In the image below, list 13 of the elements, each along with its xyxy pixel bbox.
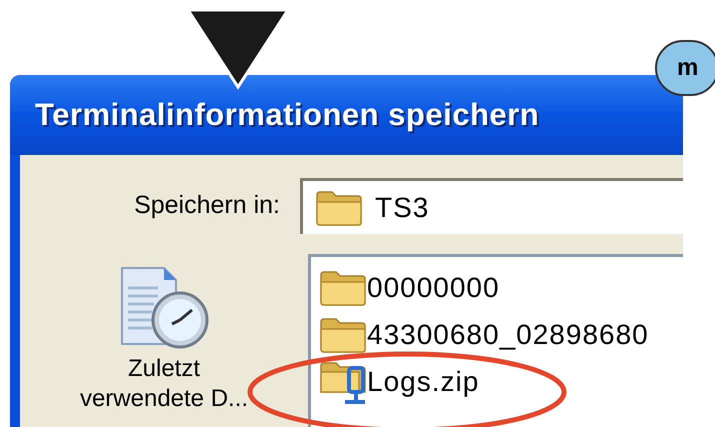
save-in-dropdown[interactable]: TS3 bbox=[300, 178, 683, 234]
save-in-label: Speichern in: bbox=[133, 190, 281, 222]
places-bar-item[interactable]: Zuletzt verwendete D... bbox=[64, 266, 264, 414]
annotation-badge: m bbox=[655, 40, 715, 96]
file-item[interactable]: 00000000 bbox=[319, 267, 683, 308]
file-item[interactable]: Logs.zip bbox=[319, 361, 683, 402]
window-title: Terminalinformationen speichern bbox=[35, 96, 540, 134]
zip-folder-icon bbox=[319, 360, 367, 404]
file-item[interactable]: 43300680_02898680 bbox=[319, 314, 683, 355]
folder-icon bbox=[315, 188, 363, 226]
folder-icon bbox=[319, 268, 367, 306]
recent-documents-icon bbox=[118, 266, 210, 350]
folder-icon bbox=[319, 316, 367, 354]
